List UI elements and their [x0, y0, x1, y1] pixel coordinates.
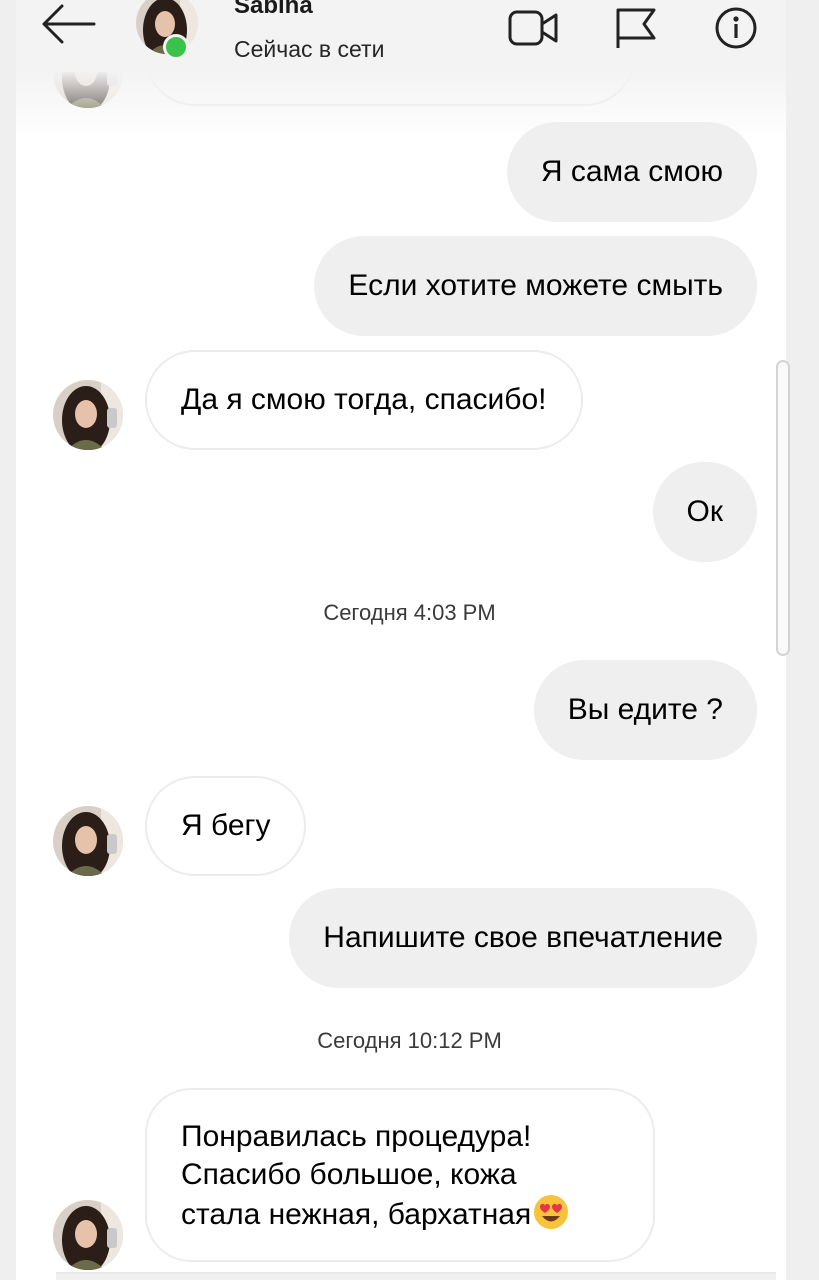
- contact-name[interactable]: Sabina: [234, 0, 313, 20]
- outgoing-message[interactable]: Если хотите можете смыть: [314, 236, 757, 336]
- outgoing-message[interactable]: Напишите свое впечатление: [289, 888, 757, 988]
- composer-edge: [56, 1272, 776, 1280]
- video-call-icon[interactable]: [508, 6, 560, 50]
- timestamp: Сегодня 4:03 PM: [323, 600, 496, 625]
- incoming-message[interactable]: Я бегу: [145, 776, 307, 876]
- contact-avatar[interactable]: [53, 1200, 123, 1270]
- incoming-message[interactable]: Да я смою тогда, спасибо!: [145, 350, 583, 450]
- message-text-line: Понравилась процедура!: [181, 1120, 532, 1153]
- message-text: Ок: [686, 495, 723, 528]
- message-text: Я бегу: [181, 809, 271, 842]
- online-status: Сейчас в сети: [234, 36, 385, 62]
- outgoing-message[interactable]: Вы едите ?: [533, 660, 757, 760]
- back-arrow-icon[interactable]: [38, 2, 98, 46]
- flag-icon[interactable]: [610, 6, 662, 50]
- outgoing-message[interactable]: Ок: [652, 462, 757, 562]
- chat-header: Sabina Сейчас в сети: [16, 0, 786, 72]
- message-text: Да я смою тогда, спасибо!: [181, 383, 547, 416]
- message-text: Если хотите можете смыть: [348, 269, 723, 302]
- info-icon[interactable]: [710, 6, 762, 50]
- message-text: стала нежная, бархатная: [181, 1198, 532, 1231]
- contact-avatar[interactable]: [53, 806, 123, 876]
- heart-eyes-emoji-icon: [533, 1194, 569, 1230]
- message-text: Вы едите ?: [567, 693, 723, 726]
- incoming-message[interactable]: Понравилась процедура! Спасибо большое, …: [145, 1088, 655, 1262]
- message-text: Я сама смою: [540, 155, 723, 188]
- scrollbar[interactable]: [776, 360, 790, 656]
- contact-avatar[interactable]: [53, 380, 123, 450]
- message-text-line: стала нежная, бархатная: [181, 1194, 619, 1234]
- outgoing-message[interactable]: Я сама смою: [506, 122, 757, 222]
- online-indicator: [163, 34, 189, 60]
- chat-screen: Sabina Сейчас в сети Я сама смою Если хо…: [0, 0, 819, 1280]
- timestamp: Сегодня 10:12 PM: [317, 1028, 502, 1053]
- message-text-line: Спасибо большое, кожа: [181, 1158, 517, 1191]
- message-text: Напишите свое впечатление: [323, 921, 723, 954]
